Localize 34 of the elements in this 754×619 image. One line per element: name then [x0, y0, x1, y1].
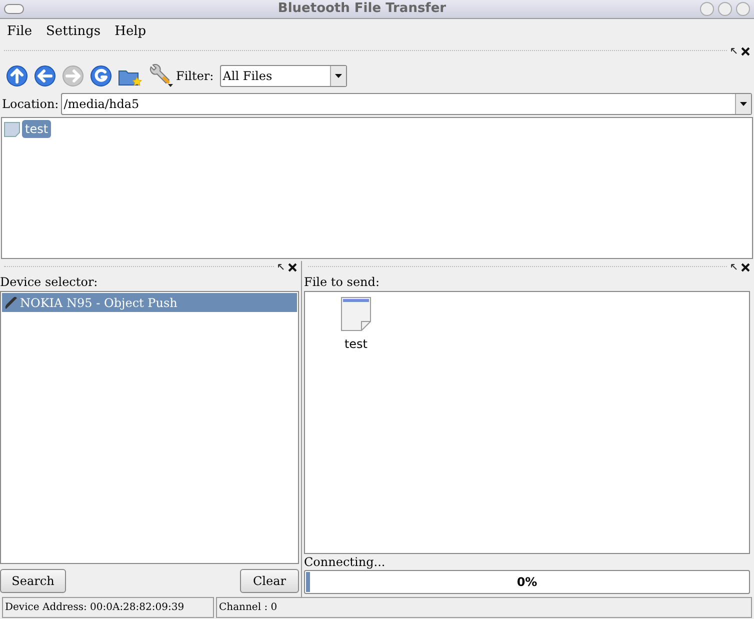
status-field: Channel : 0	[216, 597, 752, 618]
dropdown-arrow-icon	[334, 74, 342, 78]
search-button[interactable]: Search	[0, 568, 66, 592]
device-selector-label: Device selector:	[0, 274, 99, 291]
float-icon[interactable]	[278, 264, 284, 270]
status-field: Device Address: 00:0A:28:82:09:39	[2, 597, 214, 618]
close-icon[interactable]	[288, 262, 297, 272]
file-icon	[4, 122, 20, 136]
filter-dropdown[interactable]: All Files	[220, 65, 347, 87]
file-to-send-label: File to send:	[304, 274, 380, 291]
dropdown-button[interactable]	[735, 94, 751, 114]
menu-item[interactable]: File	[7, 22, 32, 42]
filter-label: Filter:	[176, 68, 214, 85]
document-icon	[341, 297, 371, 331]
window-title: Bluetooth File Transfer	[276, 0, 448, 18]
location-label: Location:	[2, 96, 59, 113]
dropdown-arrow-icon	[740, 102, 747, 106]
close-icon[interactable]	[741, 46, 750, 56]
window-menu-button[interactable]	[4, 4, 24, 14]
progress-status: Connecting...	[304, 554, 386, 570]
reload-icon[interactable]	[90, 65, 112, 87]
menu-item[interactable]: Help	[114, 22, 146, 42]
menu-item[interactable]: Settings	[46, 22, 101, 42]
clear-button[interactable]: Clear	[240, 568, 299, 592]
float-icon[interactable]	[731, 48, 737, 54]
wrench-icon[interactable]	[148, 64, 174, 88]
device-name: NOKIA N95 - Object Push	[20, 294, 178, 312]
float-icon[interactable]	[731, 264, 737, 270]
location-field[interactable]: /media/hda5	[60, 93, 752, 115]
close-icon[interactable]	[741, 262, 750, 272]
progress-reading: 0%	[516, 574, 538, 591]
send-file-name: test	[344, 336, 368, 353]
dropdown-button[interactable]	[330, 66, 346, 86]
phone-handset-icon	[4, 296, 18, 310]
